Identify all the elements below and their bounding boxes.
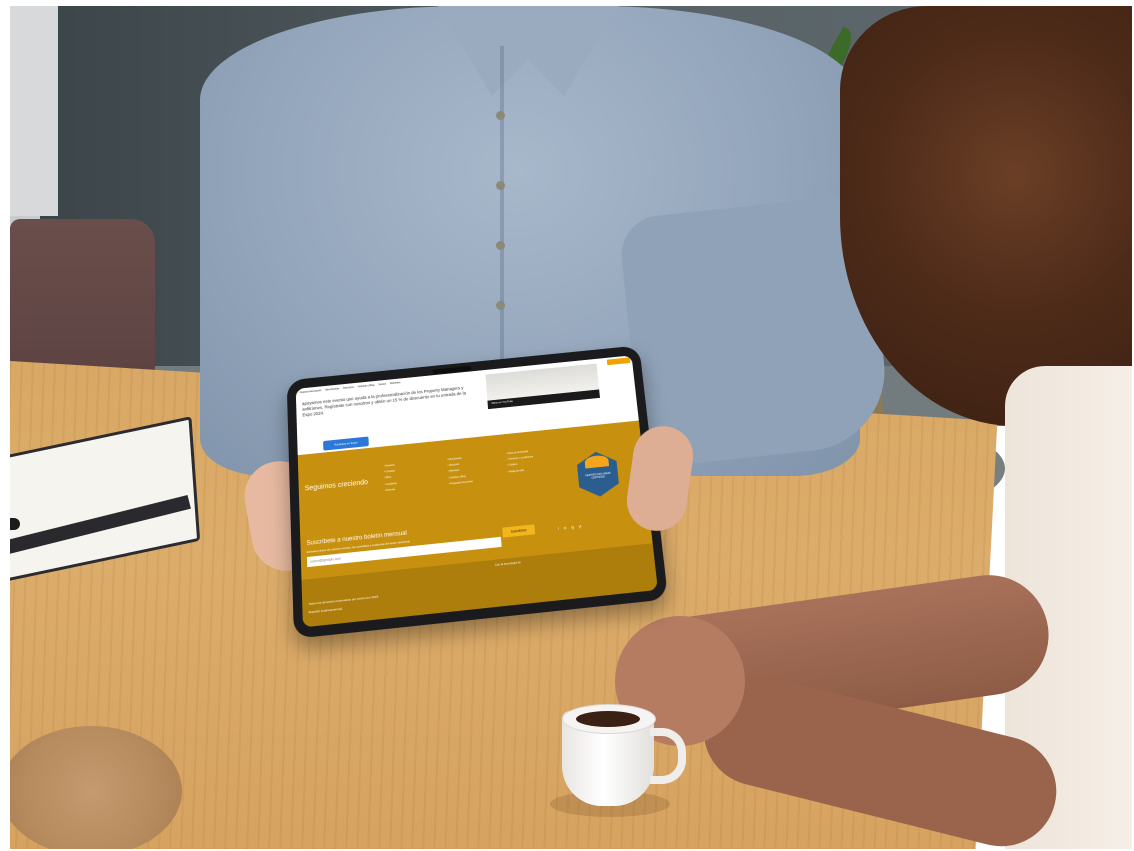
instagram-icon[interactable]: ig [571, 525, 574, 529]
nav-item[interactable]: Webinars [390, 381, 401, 389]
linkedin-icon[interactable]: in [564, 526, 567, 530]
facebook-icon[interactable]: f [558, 527, 559, 531]
shirt-button [496, 301, 505, 310]
photo-scene: Nuestra Asociación Membresías Directorio… [10, 6, 1132, 849]
footer-link[interactable]: Preguntas frecuentes [449, 479, 474, 488]
chair [10, 219, 155, 379]
footer-title: Seguimos creciendo [304, 479, 369, 493]
nav-item[interactable]: Membresías [325, 387, 339, 395]
shirt-button [496, 111, 505, 120]
powered-by: Con la tecnología de [494, 560, 522, 567]
shirt-button [496, 241, 505, 250]
footer-links-3: Aviso de privacidad Términos y condicion… [506, 449, 534, 476]
shirt-placket [500, 46, 504, 366]
social-links: f in ig yt [558, 524, 582, 530]
nav-item[interactable]: Directorio [343, 386, 354, 394]
footer-links-2: Membresías Directorio Webinars Noticias … [447, 455, 473, 488]
tablet-screen: Nuestra Asociación Membresías Directorio… [295, 355, 658, 628]
badge-logo [584, 454, 610, 469]
subscribe-button[interactable]: Suscribirse [502, 524, 536, 538]
copyright-text: Todos los derechos reservados por amhr.c… [308, 594, 379, 606]
tablet: Nuestra Asociación Membresías Directorio… [286, 345, 669, 639]
wall-panel [10, 6, 58, 216]
language-selector[interactable]: Español (Latinoamérica) [309, 607, 343, 615]
footer-link[interactable]: Eventos [385, 487, 397, 494]
nav-item[interactable]: Socios [378, 383, 386, 390]
shirt-button [496, 181, 505, 190]
footer-links-1: Nosotros Contacto Ética Academia Eventos [384, 463, 398, 494]
coffee [576, 711, 640, 727]
youtube-icon[interactable]: yt [579, 524, 582, 528]
